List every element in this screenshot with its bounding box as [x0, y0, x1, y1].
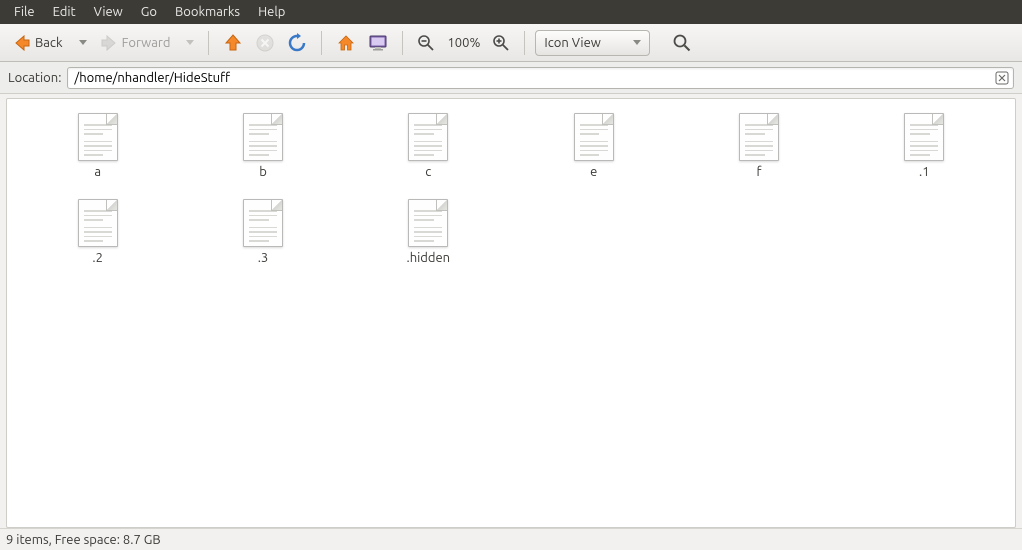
file-name: .1	[919, 165, 930, 179]
zoom-in-icon	[492, 34, 510, 52]
file-item[interactable]: .3	[180, 197, 345, 267]
file-view[interactable]: a b c	[6, 98, 1016, 528]
forward-dropdown[interactable]	[178, 37, 198, 48]
file-name: a	[94, 165, 101, 179]
location-input[interactable]	[67, 67, 1014, 89]
document-icon	[78, 199, 118, 247]
toolbar-separator	[524, 31, 525, 55]
document-icon	[904, 113, 944, 161]
file-item[interactable]: b	[180, 111, 345, 181]
file-item[interactable]: .2	[15, 197, 180, 267]
search-icon	[672, 33, 692, 53]
menu-view[interactable]: View	[86, 2, 131, 22]
file-name: .2	[92, 251, 103, 265]
file-item[interactable]: .hidden	[346, 197, 511, 267]
location-input-wrap	[67, 67, 1014, 89]
file-item[interactable]: c	[346, 111, 511, 181]
zoom-out-button[interactable]	[413, 31, 439, 55]
arrow-right-icon	[99, 33, 119, 53]
file-name: c	[425, 165, 431, 179]
menu-file[interactable]: File	[6, 2, 43, 22]
stop-icon	[255, 33, 275, 53]
toolbar-separator	[402, 31, 403, 55]
file-item[interactable]: .1	[842, 111, 1007, 181]
menubar: File Edit View Go Bookmarks Help	[0, 0, 1022, 24]
forward-button[interactable]: Forward	[95, 30, 175, 56]
monitor-icon	[368, 33, 388, 53]
menu-edit[interactable]: Edit	[45, 2, 84, 22]
document-icon	[243, 199, 283, 247]
status-text: 9 items, Free space: 8.7 GB	[6, 533, 161, 547]
toolbar: Back Forward	[0, 24, 1022, 62]
back-dropdown[interactable]	[71, 37, 91, 48]
reload-button[interactable]	[283, 30, 311, 56]
file-name: .hidden	[407, 251, 451, 265]
location-bar: Location:	[0, 62, 1022, 94]
file-name: f	[757, 165, 762, 179]
menu-go[interactable]: Go	[133, 2, 165, 22]
zoom-out-icon	[417, 34, 435, 52]
forward-label: Forward	[122, 36, 171, 50]
document-icon	[408, 113, 448, 161]
back-label: Back	[35, 36, 63, 50]
status-bar: 9 items, Free space: 8.7 GB	[0, 528, 1022, 550]
stop-button[interactable]	[251, 30, 279, 56]
search-button[interactable]	[668, 30, 696, 56]
menu-help[interactable]: Help	[250, 2, 293, 22]
toolbar-separator	[208, 31, 209, 55]
document-icon	[408, 199, 448, 247]
location-label: Location:	[8, 71, 61, 85]
document-icon	[739, 113, 779, 161]
file-name: .3	[258, 251, 269, 265]
clear-icon[interactable]	[994, 70, 1010, 86]
back-button[interactable]: Back	[8, 30, 67, 56]
home-icon	[336, 33, 356, 53]
file-name: b	[259, 165, 267, 179]
reload-icon	[287, 33, 307, 53]
file-item[interactable]: e	[511, 111, 676, 181]
document-icon	[243, 113, 283, 161]
menu-bookmarks[interactable]: Bookmarks	[167, 2, 248, 22]
toolbar-separator	[321, 31, 322, 55]
file-view-wrap: a b c	[0, 94, 1022, 528]
home-button[interactable]	[332, 30, 360, 56]
file-name: e	[590, 165, 597, 179]
zoom-in-button[interactable]	[488, 31, 514, 55]
view-mode-label: Icon View	[544, 36, 600, 50]
chevron-down-icon	[79, 40, 87, 45]
document-icon	[78, 113, 118, 161]
file-item[interactable]: f	[676, 111, 841, 181]
chevron-down-icon	[186, 40, 194, 45]
computer-button[interactable]	[364, 30, 392, 56]
file-item[interactable]: a	[15, 111, 180, 181]
document-icon	[574, 113, 614, 161]
up-button[interactable]	[219, 30, 247, 56]
arrow-up-icon	[223, 33, 243, 53]
chevron-down-icon	[633, 40, 641, 45]
zoom-level: 100%	[443, 36, 484, 50]
view-mode-select[interactable]: Icon View	[535, 30, 650, 56]
arrow-left-icon	[12, 33, 32, 53]
